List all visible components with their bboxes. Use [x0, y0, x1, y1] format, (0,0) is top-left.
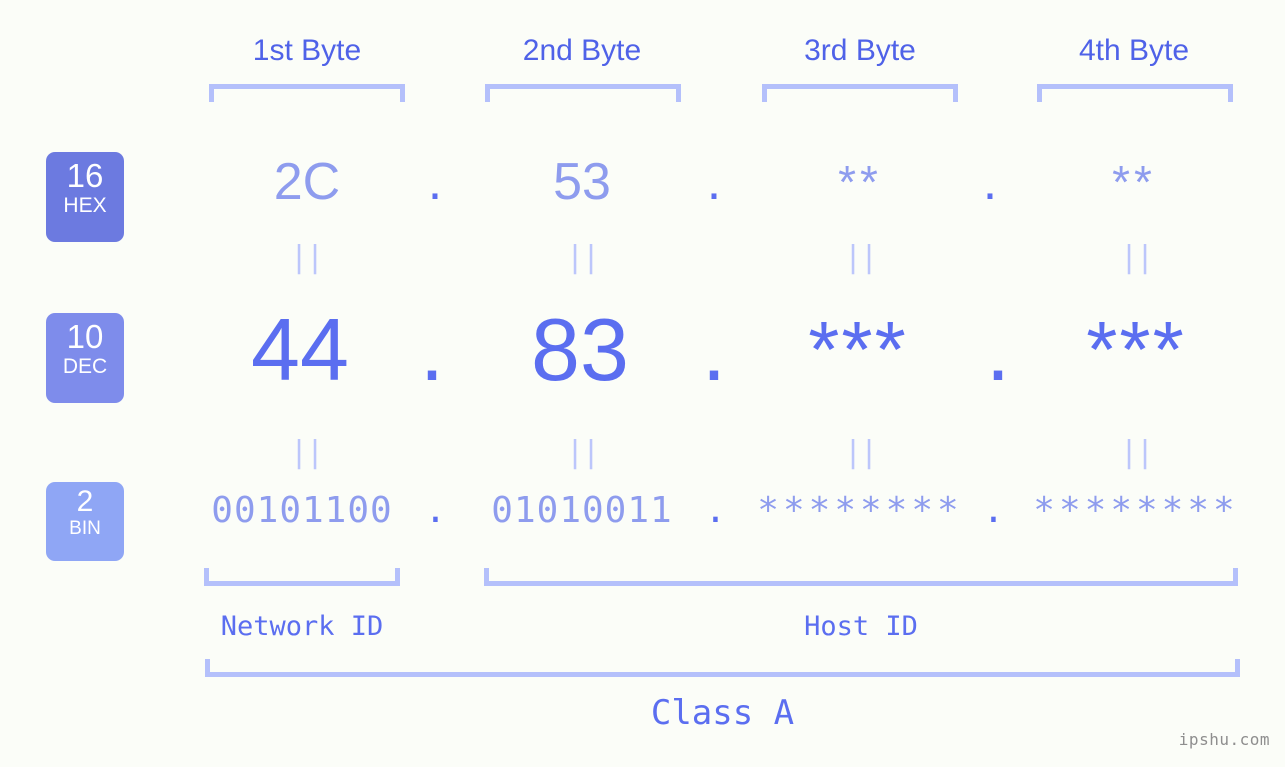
dec-separator-2: . — [701, 300, 727, 399]
hex-separator-3: . — [982, 153, 998, 211]
base-badge-hex-name: HEX — [63, 194, 107, 217]
byte-bracket-3 — [762, 84, 958, 102]
equals-mark-hex-dec-4: || — [1119, 240, 1154, 275]
byte-header-label-4: 4th Byte — [1078, 34, 1190, 67]
byte-header-label-2: 2nd Byte — [522, 34, 642, 67]
base-badge-hex-number: 16 — [66, 157, 104, 194]
byte-bracket-4 — [1037, 84, 1233, 102]
bin-value-byte-4: ******** — [1033, 490, 1239, 531]
bin-value-byte-2: 01010011 — [491, 490, 673, 531]
byte-header-label-1: 1st Byte — [252, 34, 362, 67]
dec-separator-1: . — [419, 300, 445, 399]
base-badge-hex: 16 HEX — [46, 152, 124, 242]
base-badge-bin-number: 2 — [76, 485, 94, 518]
dec-value-byte-3: *** — [808, 305, 908, 394]
bin-value-byte-1: 00101100 — [211, 490, 393, 531]
hex-separator-2: . — [706, 153, 722, 211]
equals-mark-hex-dec-1: || — [289, 240, 324, 275]
byte-header-label-3: 3rd Byte — [804, 34, 916, 67]
dec-value-byte-1: 44 — [251, 300, 349, 399]
hex-value-byte-2: 53 — [553, 153, 611, 211]
bin-separator-3: . — [982, 490, 1006, 531]
equals-mark-dec-bin-2: || — [565, 435, 600, 470]
network-id-bracket — [204, 568, 400, 586]
host-id-bracket — [484, 568, 1238, 586]
base-badge-dec-name: DEC — [62, 355, 108, 378]
dec-value-byte-4: *** — [1086, 305, 1186, 394]
hex-value-byte-4: ** — [1112, 156, 1156, 208]
equals-mark-dec-bin-3: || — [843, 435, 878, 470]
base-badge-dec: 10 DEC — [46, 313, 124, 403]
bin-separator-2: . — [704, 490, 728, 531]
class-bracket — [205, 659, 1240, 677]
bin-value-byte-3: ******** — [757, 490, 963, 531]
equals-mark-hex-dec-2: || — [565, 240, 600, 275]
ip-byte-breakdown-diagram: 1st Byte 2nd Byte 3rd Byte 4th Byte 16 H… — [0, 0, 1285, 767]
equals-mark-dec-bin-4: || — [1119, 435, 1154, 470]
dec-value-byte-2: 83 — [531, 300, 629, 399]
equals-mark-hex-dec-3: || — [843, 240, 878, 275]
host-id-label: Host ID — [804, 611, 918, 642]
base-badge-bin-name: BIN — [69, 518, 101, 539]
dec-separator-3: . — [985, 300, 1011, 399]
base-badge-bin: 2 BIN — [46, 482, 124, 561]
hex-value-byte-1: 2C — [273, 153, 341, 211]
site-watermark: ipshu.com — [1178, 730, 1270, 749]
base-badge-dec-number: 10 — [66, 318, 104, 355]
byte-bracket-1 — [209, 84, 405, 102]
byte-bracket-2 — [485, 84, 681, 102]
hex-value-byte-3: ** — [838, 156, 882, 208]
class-label: Class A — [650, 693, 795, 733]
equals-mark-dec-bin-1: || — [289, 435, 324, 470]
network-id-label: Network ID — [220, 611, 384, 642]
hex-separator-1: . — [427, 153, 443, 211]
bin-separator-1: . — [424, 490, 448, 531]
